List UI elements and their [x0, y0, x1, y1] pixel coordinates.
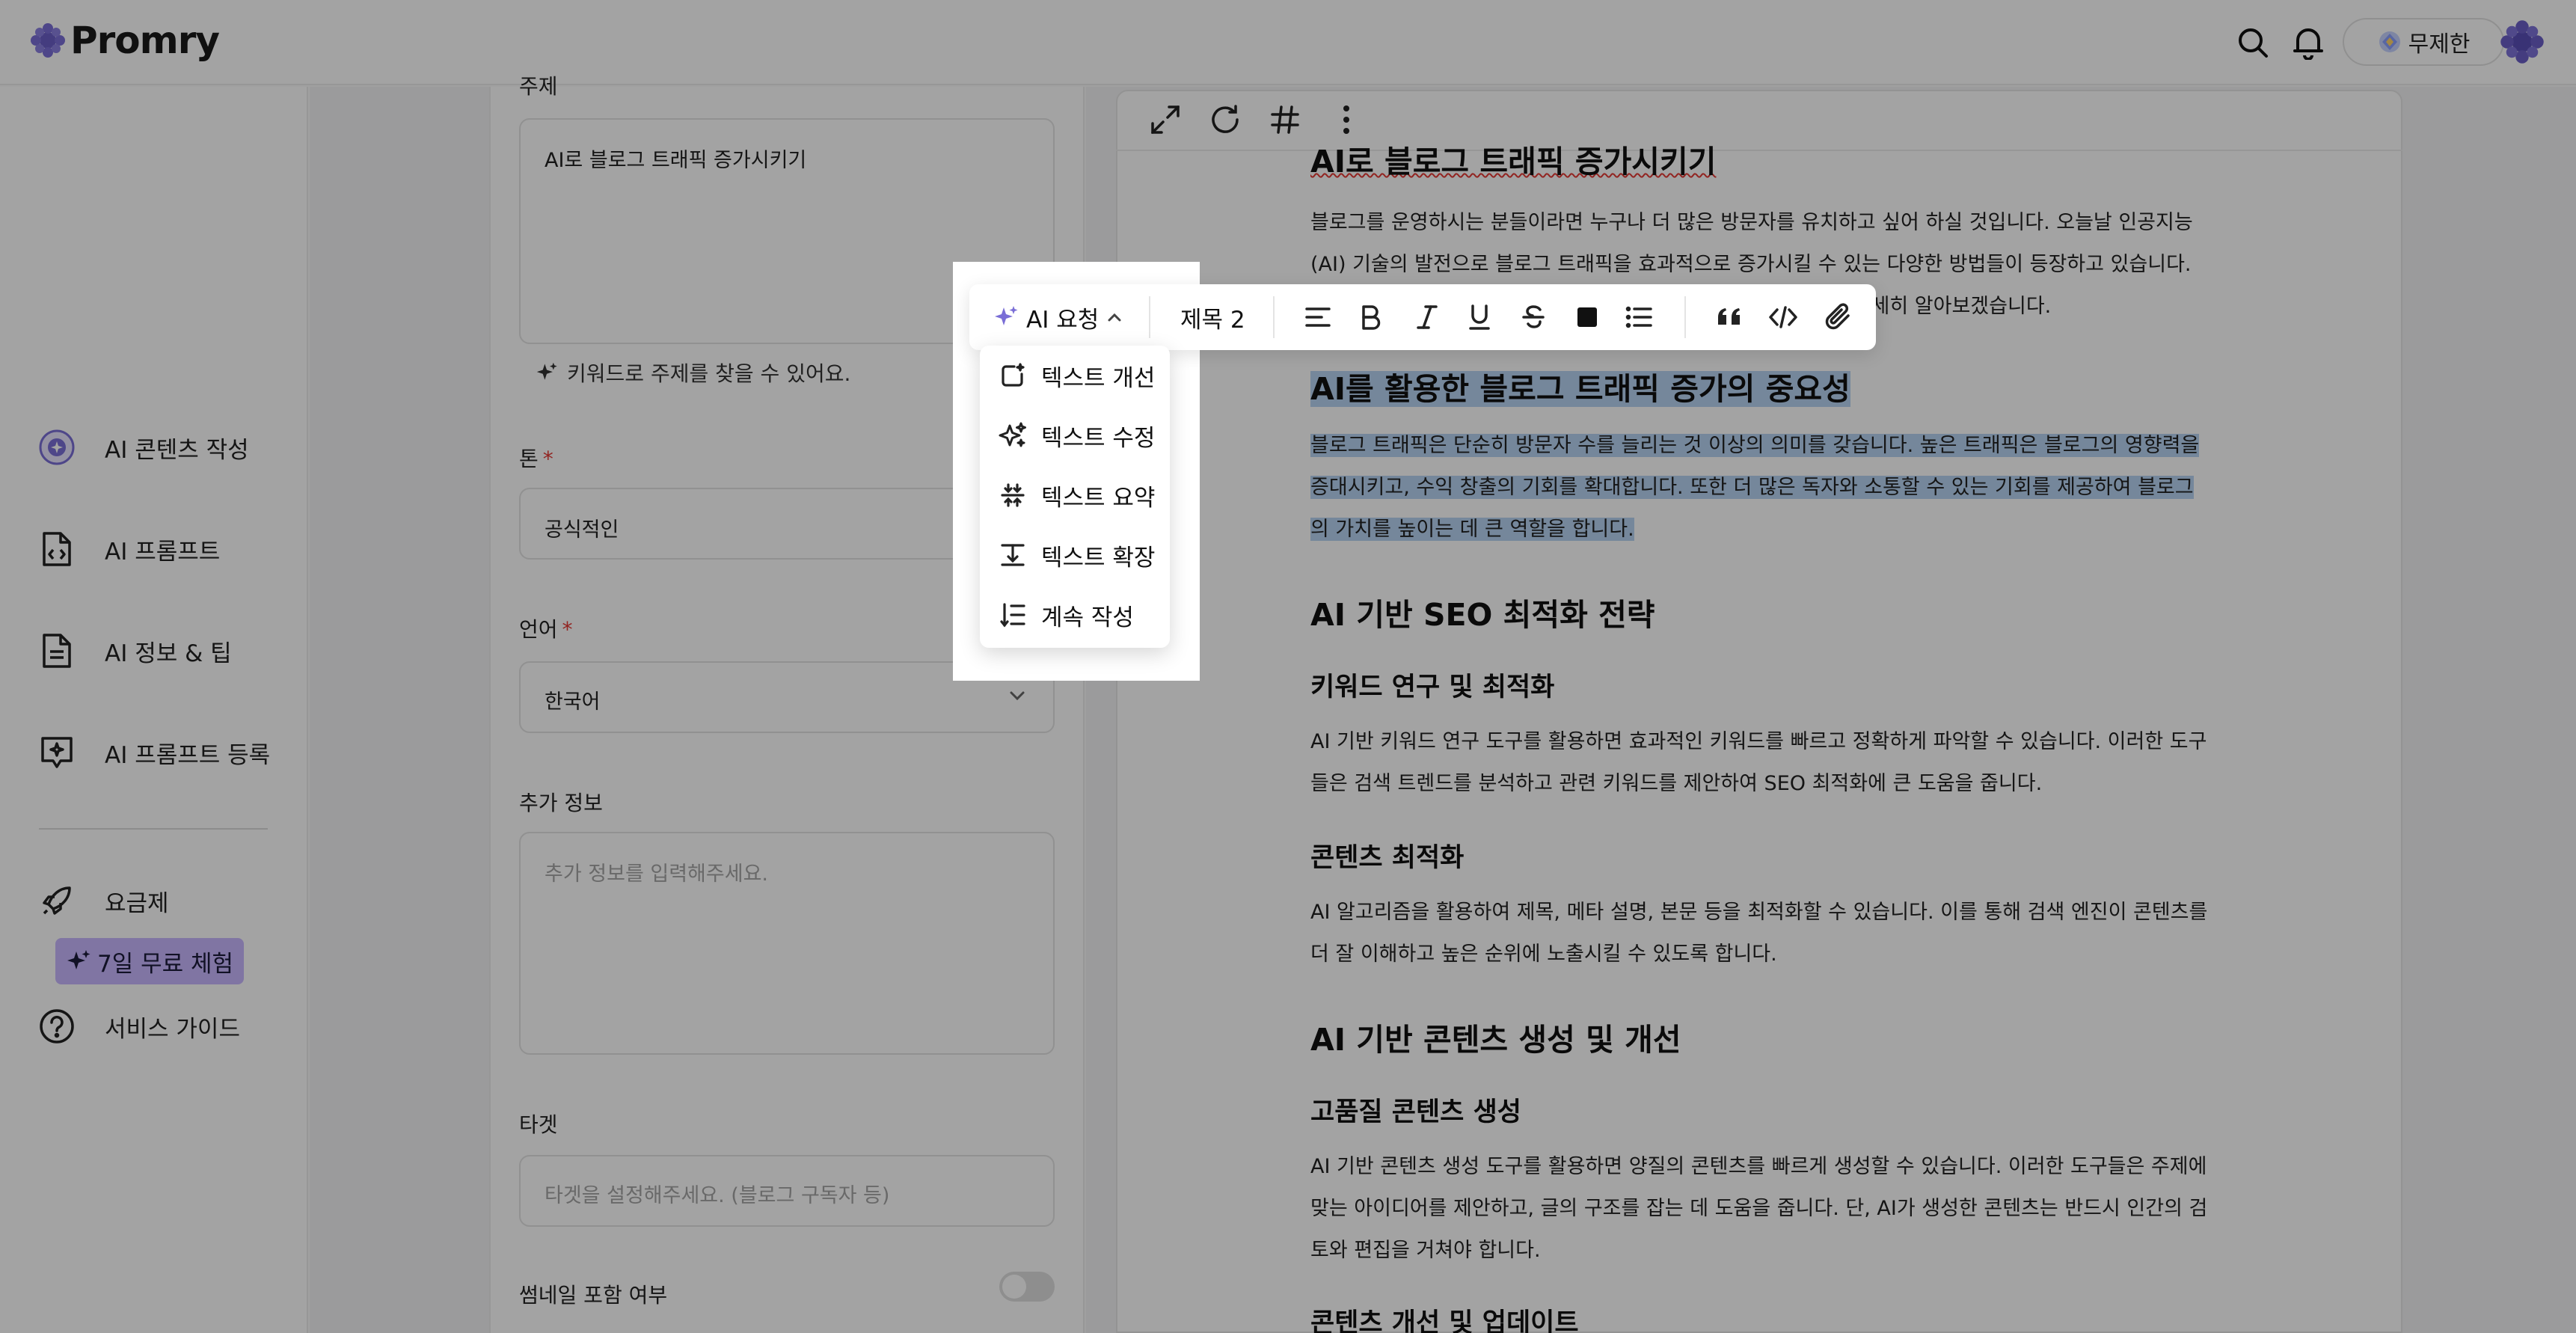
align-left-icon — [1304, 304, 1332, 330]
bold-button[interactable] — [1351, 298, 1390, 337]
bullet-list-button[interactable] — [1620, 298, 1659, 337]
attach-button[interactable] — [1819, 298, 1858, 337]
sparkles-icon — [993, 304, 1019, 330]
menu-item-label: 텍스트 요약 — [1041, 484, 1156, 512]
italic-button[interactable] — [1408, 298, 1447, 337]
paperclip-icon — [1825, 303, 1852, 331]
menu-item-label: 텍스트 수정 — [1041, 424, 1156, 452]
menu-item-expand-text[interactable]: 텍스트 확장 — [998, 533, 1155, 577]
text-color-button[interactable] — [1568, 298, 1607, 337]
list-icon — [1625, 304, 1654, 330]
continue-list-icon — [998, 600, 1028, 630]
code-button[interactable] — [1764, 298, 1803, 337]
toolbar-separator — [1273, 296, 1275, 338]
menu-item-edit-text[interactable]: 텍스트 수정 — [998, 413, 1155, 458]
expand-text-icon — [998, 540, 1028, 570]
code-icon — [1768, 305, 1798, 329]
quote-button[interactable] — [1710, 298, 1749, 337]
align-button[interactable] — [1298, 298, 1337, 337]
strikethrough-icon — [1521, 304, 1545, 331]
ai-request-button[interactable]: AI 요청 — [993, 295, 1123, 340]
menu-item-continue-writing[interactable]: 계속 작성 — [998, 592, 1134, 637]
sparkles-icon — [998, 420, 1028, 450]
summarize-icon — [998, 480, 1028, 510]
chevron-up-icon — [1106, 311, 1123, 323]
quote-icon — [1716, 307, 1743, 328]
heading-level-label: 제목 2 — [1180, 306, 1245, 334]
underline-icon — [1468, 304, 1491, 331]
menu-item-improve-text[interactable]: 텍스트 개선 — [998, 353, 1155, 398]
heading-level-select[interactable]: 제목 2 — [1180, 295, 1245, 340]
menu-item-label: 계속 작성 — [1041, 604, 1134, 631]
toolbar-separator — [1684, 296, 1686, 338]
menu-item-summarize-text[interactable]: 텍스트 요약 — [998, 473, 1155, 518]
bold-icon — [1359, 304, 1381, 331]
ai-request-label: AI 요청 — [1026, 306, 1100, 334]
strikethrough-button[interactable] — [1514, 298, 1553, 337]
toolbar-separator — [1149, 296, 1150, 338]
italic-icon — [1417, 304, 1438, 331]
menu-item-label: 텍스트 확장 — [1041, 544, 1156, 571]
underline-button[interactable] — [1460, 298, 1499, 337]
improve-icon — [998, 361, 1028, 390]
menu-item-label: 텍스트 개선 — [1041, 364, 1156, 392]
color-swatch-icon — [1576, 306, 1598, 328]
dim-overlay — [0, 0, 2576, 1333]
